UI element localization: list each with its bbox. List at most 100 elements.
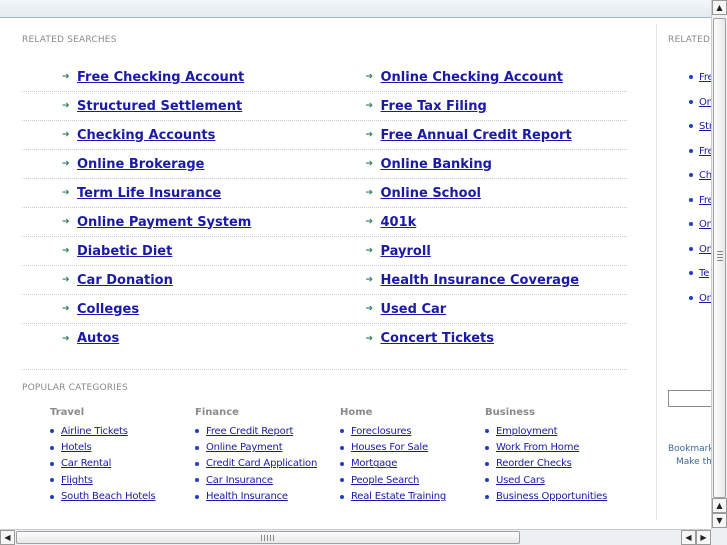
category-item[interactable]: Online Payment	[195, 439, 340, 455]
right-related-item[interactable]: Onl	[689, 291, 711, 305]
right-related-link[interactable]: Onl	[699, 219, 711, 230]
category-item[interactable]: Work From Home	[485, 439, 630, 455]
category-link[interactable]: Car Rental	[61, 458, 111, 469]
related-search-item[interactable]: ➔ Structured Settlement	[22, 92, 325, 120]
scroll-up-button-lower[interactable]: ▲	[712, 498, 727, 513]
category-link[interactable]: Reorder Checks	[496, 458, 572, 469]
category-link[interactable]: Mortgage	[351, 458, 397, 469]
related-search-link[interactable]: Checking Accounts	[77, 128, 215, 143]
category-item[interactable]: Hotels	[50, 439, 195, 455]
vertical-scrollbar[interactable]: ▲ ▲ ▼	[711, 0, 727, 529]
right-related-item[interactable]: Fre	[689, 193, 711, 207]
bookmark-link[interactable]: Bookmark	[668, 444, 711, 454]
related-search-link[interactable]: Car Donation	[77, 273, 173, 288]
related-search-item[interactable]: ➔ Colleges	[22, 295, 325, 323]
right-related-item[interactable]: Onl	[689, 95, 711, 109]
right-related-link[interactable]: Fre	[699, 146, 711, 157]
category-item[interactable]: Car Rental	[50, 456, 195, 472]
related-search-link[interactable]: Term Life Insurance	[77, 186, 221, 201]
related-search-item[interactable]: ➔ Car Donation	[22, 266, 325, 294]
related-search-link[interactable]: Colleges	[77, 302, 139, 317]
related-search-link[interactable]: Diabetic Diet	[77, 244, 172, 259]
related-search-item[interactable]: ➔ Concert Tickets	[325, 324, 628, 353]
scroll-down-button[interactable]: ▼	[712, 513, 727, 528]
related-search-link[interactable]: 401k	[381, 215, 417, 230]
related-search-link[interactable]: Autos	[77, 331, 119, 346]
related-search-item[interactable]: ➔ Used Car	[325, 295, 628, 323]
category-item[interactable]: Credit Card Application	[195, 456, 340, 472]
horizontal-scroll-thumb[interactable]	[16, 531, 520, 544]
category-item[interactable]: Flights	[50, 472, 195, 488]
related-search-item[interactable]: ➔ Online Banking	[325, 150, 628, 178]
related-search-link[interactable]: Online Brokerage	[77, 157, 205, 172]
category-link[interactable]: Hotels	[61, 442, 92, 453]
related-search-item[interactable]: ➔ Online School	[325, 179, 628, 207]
category-link[interactable]: Business Opportunities	[496, 491, 607, 502]
related-search-item[interactable]: ➔ Online Checking Account	[325, 63, 628, 91]
category-item[interactable]: Employment	[485, 423, 630, 439]
category-link[interactable]: Foreclosures	[351, 426, 412, 437]
category-item[interactable]: Business Opportunities	[485, 489, 630, 505]
category-item[interactable]: Real Estate Training	[340, 489, 485, 505]
category-link[interactable]: Credit Card Application	[206, 458, 317, 469]
right-related-link[interactable]: Onl	[699, 97, 711, 108]
category-item[interactable]: Foreclosures	[340, 423, 485, 439]
related-search-item[interactable]: ➔ Autos	[22, 324, 325, 353]
right-related-item[interactable]: Onl	[689, 217, 711, 231]
related-search-item[interactable]: ➔ Online Payment System	[22, 208, 325, 236]
related-search-link[interactable]: Online School	[381, 186, 481, 201]
category-item[interactable]: Airline Tickets	[50, 423, 195, 439]
right-related-link[interactable]: Te	[699, 268, 709, 279]
horizontal-scrollbar[interactable]: ◀ ◀ ▶	[0, 529, 711, 545]
category-item[interactable]: People Search	[340, 472, 485, 488]
scroll-left-button-right[interactable]: ◀	[681, 530, 696, 545]
related-search-item[interactable]: ➔ Diabetic Diet	[22, 237, 325, 265]
category-item[interactable]: South Beach Hotels	[50, 489, 195, 505]
related-search-link[interactable]: Used Car	[381, 302, 447, 317]
search-input[interactable]	[668, 390, 711, 407]
related-search-link[interactable]: Payroll	[381, 244, 431, 259]
category-link[interactable]: People Search	[351, 475, 419, 486]
related-search-item[interactable]: ➔ Checking Accounts	[22, 121, 325, 149]
right-related-link[interactable]: Fre	[699, 195, 711, 206]
right-related-link[interactable]: Fre	[699, 72, 711, 83]
category-link[interactable]: Work From Home	[496, 442, 579, 453]
right-related-item[interactable]: Ch	[689, 168, 711, 182]
related-search-link[interactable]: Structured Settlement	[77, 99, 242, 114]
related-search-item[interactable]: ➔ Free Checking Account	[22, 63, 325, 91]
category-link[interactable]: Used Cars	[496, 475, 545, 486]
related-search-item[interactable]: ➔ 401k	[325, 208, 628, 236]
right-related-link[interactable]: Ch	[699, 170, 711, 181]
right-related-item[interactable]: Fre	[689, 144, 711, 158]
related-search-link[interactable]: Free Checking Account	[77, 70, 244, 85]
category-link[interactable]: Employment	[496, 426, 558, 437]
related-search-item[interactable]: ➔ Health Insurance Coverage	[325, 266, 628, 294]
right-related-link[interactable]: Onl	[699, 293, 711, 304]
related-search-item[interactable]: ➔ Free Annual Credit Report	[325, 121, 628, 149]
related-search-link[interactable]: Free Tax Filing	[381, 99, 487, 114]
category-item[interactable]: Houses For Sale	[340, 439, 485, 455]
related-search-link[interactable]: Online Checking Account	[381, 70, 563, 85]
scroll-left-button[interactable]: ◀	[0, 530, 15, 545]
category-item[interactable]: Used Cars	[485, 472, 630, 488]
related-search-item[interactable]: ➔ Payroll	[325, 237, 628, 265]
category-link[interactable]: Free Credit Report	[206, 426, 293, 437]
category-link[interactable]: Health Insurance	[206, 491, 288, 502]
related-search-link[interactable]: Online Banking	[381, 157, 492, 172]
category-link[interactable]: Real Estate Training	[351, 491, 446, 502]
category-item[interactable]: Mortgage	[340, 456, 485, 472]
right-related-link[interactable]: Str	[699, 121, 711, 132]
category-item[interactable]: Reorder Checks	[485, 456, 630, 472]
category-link[interactable]: Houses For Sale	[351, 442, 428, 453]
category-item[interactable]: Health Insurance	[195, 489, 340, 505]
related-search-link[interactable]: Concert Tickets	[381, 331, 495, 346]
related-search-item[interactable]: ➔ Free Tax Filing	[325, 92, 628, 120]
category-link[interactable]: South Beach Hotels	[61, 491, 156, 502]
related-search-link[interactable]: Health Insurance Coverage	[381, 273, 580, 288]
right-related-item[interactable]: Fre	[689, 70, 711, 84]
category-link[interactable]: Car Insurance	[206, 475, 273, 486]
category-link[interactable]: Flights	[61, 475, 93, 486]
category-link[interactable]: Online Payment	[206, 442, 283, 453]
category-link[interactable]: Airline Tickets	[61, 426, 128, 437]
related-search-link[interactable]: Free Annual Credit Report	[381, 128, 572, 143]
